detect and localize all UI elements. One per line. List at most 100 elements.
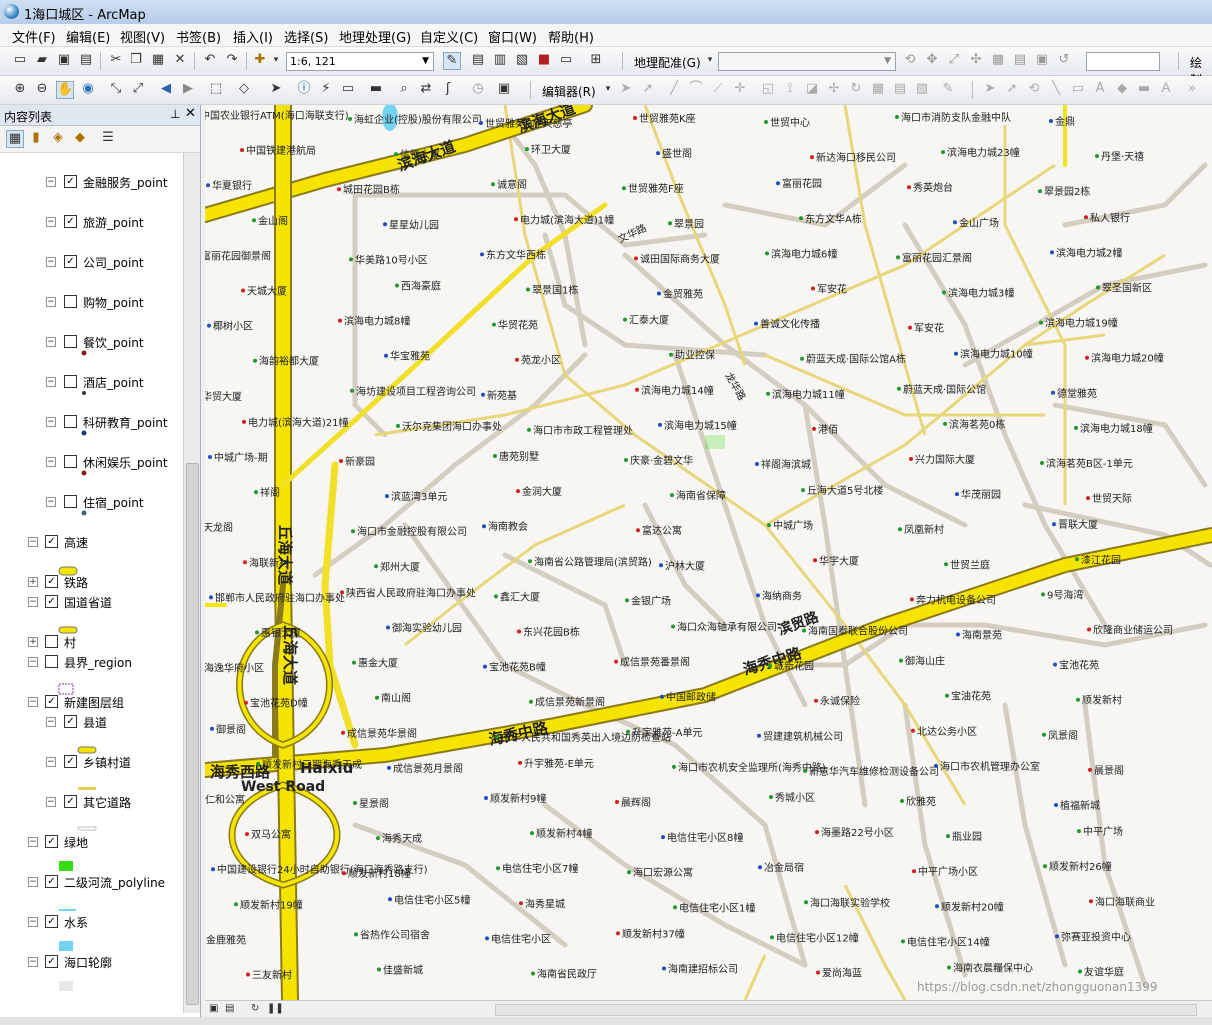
poi-marker[interactable] — [353, 801, 357, 805]
poi-marker[interactable] — [526, 287, 530, 292]
identify-icon[interactable]: ⓘ — [296, 81, 312, 97]
poi-marker[interactable] — [1095, 154, 1099, 159]
poi-marker[interactable] — [945, 693, 949, 698]
poi-marker[interactable] — [899, 658, 903, 663]
poi-marker[interactable] — [241, 288, 245, 293]
poi-marker[interactable] — [946, 834, 950, 839]
poi-marker[interactable] — [377, 967, 381, 972]
poi-marker[interactable] — [662, 966, 666, 971]
refresh-icon[interactable]: ↻ — [251, 1003, 259, 1014]
python-window-icon[interactable]: ▭ — [558, 52, 574, 68]
poi-marker[interactable] — [376, 836, 380, 841]
poi-marker[interactable] — [633, 116, 637, 120]
poi-marker[interactable] — [211, 867, 215, 872]
full-extent-globe-icon[interactable]: ◉ — [80, 81, 96, 97]
poi-marker[interactable] — [525, 147, 529, 152]
poi-marker[interactable] — [912, 869, 916, 874]
poi-marker[interactable] — [341, 730, 345, 735]
poi-marker[interactable] — [908, 325, 912, 330]
poi-marker[interactable] — [352, 660, 356, 665]
pan-hand-icon[interactable]: ✋ — [56, 81, 74, 99]
poi-marker[interactable] — [245, 832, 249, 837]
fill-color-icon[interactable]: ◆ — [1114, 81, 1130, 97]
poi-marker[interactable] — [956, 632, 960, 637]
poi-marker[interactable] — [253, 358, 257, 363]
search-window-icon[interactable]: ▧ — [514, 52, 530, 68]
poi-marker[interactable] — [517, 629, 521, 634]
poi-marker[interactable] — [529, 699, 533, 704]
poi-marker[interactable] — [480, 252, 484, 257]
poi-marker[interactable] — [254, 490, 258, 495]
poi-marker[interactable] — [1084, 215, 1088, 220]
poi-marker[interactable] — [816, 970, 820, 975]
rotate-icon[interactable]: ⟲ — [902, 52, 918, 68]
poi-marker[interactable] — [1038, 189, 1042, 194]
poi-marker[interactable] — [672, 764, 676, 769]
poi-marker[interactable] — [519, 901, 523, 906]
fixed-zoom-in-icon[interactable]: ⤡ — [108, 81, 124, 97]
html-popup-icon[interactable]: ▭ — [340, 81, 356, 97]
poi-marker[interactable] — [1042, 732, 1046, 737]
poi-marker[interactable] — [1040, 461, 1044, 465]
poi-marker[interactable] — [668, 221, 672, 226]
poi-marker[interactable] — [799, 216, 803, 221]
poi-marker[interactable] — [671, 624, 675, 629]
poi-marker[interactable] — [624, 458, 628, 462]
poi-marker[interactable] — [767, 523, 771, 528]
editor-menu[interactable]: 编辑器(R) — [542, 83, 596, 100]
poi-marker[interactable] — [800, 356, 804, 361]
poi-marker[interactable] — [386, 625, 390, 630]
poi-marker[interactable] — [895, 115, 899, 119]
poi-marker[interactable] — [1041, 592, 1045, 597]
straight-segment-icon[interactable]: ╱ — [666, 81, 682, 97]
menu-file[interactable]: 文件(F) — [12, 27, 56, 46]
create-viewer-window-icon[interactable]: ▣ — [496, 81, 512, 97]
poi-marker[interactable] — [348, 117, 352, 121]
poi-marker[interactable] — [246, 972, 250, 977]
poi-marker[interactable] — [481, 392, 485, 397]
paste-icon[interactable]: ▦ — [150, 52, 166, 68]
poi-marker[interactable] — [626, 729, 630, 734]
edit-annotation-icon[interactable]: ➚ — [640, 81, 656, 97]
poi-marker[interactable] — [634, 256, 638, 261]
poi-marker[interactable] — [530, 831, 534, 836]
poi-marker[interactable] — [493, 454, 497, 458]
measure-icon[interactable]: ▬ — [368, 81, 384, 97]
poi-marker[interactable] — [1043, 864, 1047, 869]
poi-marker[interactable] — [776, 181, 780, 186]
arctoolbox-icon[interactable]: ■ — [536, 52, 552, 68]
poi-marker[interactable] — [754, 321, 758, 326]
poi-marker[interactable] — [384, 353, 388, 358]
poi-marker[interactable] — [349, 257, 353, 262]
menu-geoprocessing[interactable]: 地理处理(G) — [339, 27, 411, 46]
poi-marker[interactable] — [764, 120, 768, 124]
new-document-icon[interactable]: ▭ — [12, 52, 28, 68]
georef-value-field[interactable] — [1086, 52, 1160, 71]
back-arrow-icon[interactable]: ◀ — [158, 81, 174, 97]
poi-marker[interactable] — [1039, 320, 1043, 325]
forward-arrow-icon[interactable]: ▶ — [180, 81, 196, 97]
poi-marker[interactable] — [803, 768, 807, 773]
poi-marker[interactable] — [492, 322, 496, 327]
rotate-feature-icon[interactable]: ↻ — [848, 81, 864, 97]
poi-marker[interactable] — [394, 152, 398, 157]
poi-marker[interactable] — [208, 455, 212, 459]
poi-marker[interactable] — [1096, 285, 1100, 290]
poi-marker[interactable] — [491, 182, 495, 187]
menu-edit[interactable]: 编辑(E) — [66, 27, 110, 46]
poi-marker[interactable] — [657, 291, 661, 296]
poi-marker[interactable] — [243, 560, 247, 565]
poi-marker[interactable] — [954, 351, 958, 356]
poi-marker[interactable] — [757, 733, 761, 738]
add-data-icon[interactable]: ✚ — [252, 52, 268, 68]
poi-marker[interactable] — [669, 352, 673, 357]
poi-marker[interactable] — [209, 595, 213, 600]
model-builder-icon[interactable]: ⊞ — [588, 52, 604, 68]
poi-marker[interactable] — [485, 936, 489, 941]
poi-marker[interactable] — [354, 932, 358, 937]
poi-marker[interactable] — [514, 217, 518, 222]
poi-marker[interactable] — [1053, 662, 1057, 667]
chevron-down-icon[interactable]: ▾ — [702, 52, 718, 68]
poi-marker[interactable] — [623, 317, 627, 322]
poi-marker[interactable] — [910, 597, 914, 602]
